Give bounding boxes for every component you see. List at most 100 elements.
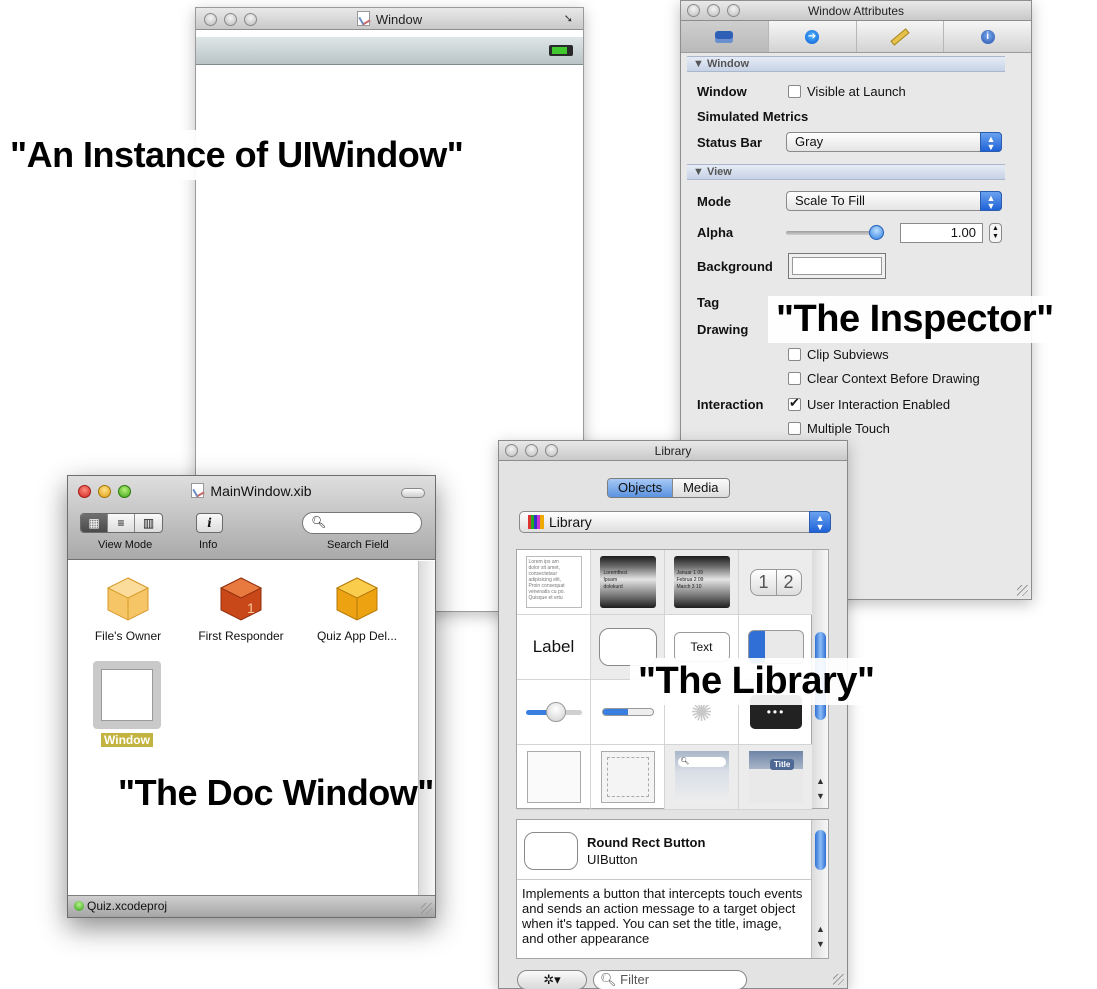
library-caption: "The Library" <box>630 658 883 705</box>
inspector-titlebar[interactable]: Window Attributes <box>681 1 1031 21</box>
scroll-arrows[interactable]: ▲ ▼ <box>812 922 829 956</box>
tab-media[interactable]: Media <box>673 479 729 497</box>
simulated-status-bar <box>196 37 583 65</box>
mode-popup[interactable]: Scale To Fill ▲ ▼ <box>786 191 1002 211</box>
library-tab-control[interactable]: Objects Media <box>607 478 730 498</box>
search-bar-item[interactable]: 🔍︎ <box>665 745 739 810</box>
background-label: Background <box>697 259 773 274</box>
label-item[interactable]: Label <box>517 615 591 680</box>
size-tab-icon <box>890 27 910 46</box>
resize-grip-icon[interactable] <box>833 974 844 985</box>
alpha-field[interactable]: 1.00 <box>900 223 983 243</box>
search-bar-preview: 🔍︎ <box>674 751 729 803</box>
checkbox[interactable] <box>788 85 801 98</box>
search-icon: 🔍︎ <box>600 972 617 987</box>
gear-menu-button[interactable]: ✲▾ <box>517 970 587 989</box>
column-view-icon[interactable]: ▥ <box>135 514 162 532</box>
search-input[interactable]: 🔍︎ <box>302 512 422 534</box>
clip-subviews-checkbox[interactable]: Clip Subviews <box>788 347 889 362</box>
picker-view-preview: Loremftest Ipsam dolokurd <box>599 556 656 608</box>
tab-identity[interactable]: i <box>944 21 1031 52</box>
background-color-well[interactable] <box>788 253 886 279</box>
detail-description: Implements a button that intercepts touc… <box>522 886 803 946</box>
tab-attributes[interactable] <box>681 21 769 52</box>
checkbox[interactable] <box>788 422 801 435</box>
multiple-touch-checkbox[interactable]: Multiple Touch <box>788 421 890 436</box>
scroll-thumb[interactable] <box>815 830 826 870</box>
info-caption: Info <box>199 539 218 551</box>
doc-objects-area: File's Owner 1 First Responder Quiz App … <box>68 561 418 895</box>
tab-objects[interactable]: Objects <box>608 479 674 497</box>
connections-tab-icon: ➔ <box>805 29 820 44</box>
mode-label: Mode <box>697 194 731 209</box>
document-icon <box>356 11 370 26</box>
window-label: Window <box>697 84 747 99</box>
doc-scrollbar[interactable] <box>418 561 435 895</box>
text-view-item[interactable]: Lorem ips am dolor sit amet, consectetaur a… <box>517 550 591 615</box>
round-rect-button-icon <box>524 832 578 870</box>
interaction-label: Interaction <box>697 397 764 412</box>
visible-at-launch-checkbox[interactable]: Visible at Launch <box>788 84 906 99</box>
library-title: Library <box>654 444 692 458</box>
color-swatch <box>792 257 882 275</box>
uiwindow-titlebar[interactable]: Window ➘ <box>196 8 583 30</box>
files-owner-object[interactable]: File's Owner <box>80 575 176 643</box>
detail-object-name: Round Rect Button <box>587 835 706 850</box>
list-view-icon[interactable]: ≡ <box>108 514 135 532</box>
window-object[interactable]: Window <box>90 661 164 747</box>
view-mode-caption: View Mode <box>98 539 153 551</box>
files-owner-cube-icon <box>104 575 152 623</box>
view-item[interactable] <box>517 745 591 810</box>
app-delegate-object[interactable]: Quiz App Del... <box>301 575 413 643</box>
alpha-stepper[interactable]: ▲ ▼ <box>989 223 1002 243</box>
scroll-arrows[interactable]: ▲ ▼ <box>812 774 829 808</box>
checkbox[interactable] <box>788 395 801 411</box>
library-category-popup[interactable]: Library ▲ ▼ <box>519 511 831 533</box>
status-bar-label: Status Bar <box>697 135 763 150</box>
attributes-tab-icon <box>715 30 734 43</box>
progress-view-preview <box>601 708 654 716</box>
scroll-view-item[interactable] <box>591 745 665 810</box>
segmented-control-item[interactable]: 12 <box>739 550 813 615</box>
view-preview <box>526 751 581 803</box>
view-section-header[interactable]: ▼ View <box>687 164 1005 180</box>
detail-object-class: UIButton <box>587 852 638 867</box>
docwindow-caption: "The Doc Window" <box>118 772 434 813</box>
text-view-preview: Lorem ips am dolor sit amet, consectetaur a… <box>525 556 582 608</box>
search-field-caption: Search Field <box>327 539 389 551</box>
filter-input[interactable]: 🔍︎ Filter <box>593 970 747 989</box>
checkbox[interactable] <box>788 372 801 385</box>
navigation-bar-item[interactable]: Title <box>739 745 813 810</box>
clear-context-checkbox[interactable]: Clear Context Before Drawing <box>788 371 980 386</box>
date-picker-item[interactable]: Januar 1 09 Februa 2 09 March 3 10 <box>665 550 739 615</box>
alpha-slider-knob[interactable] <box>869 225 884 240</box>
scroll-view-preview <box>600 751 655 803</box>
project-status-icon <box>74 901 84 911</box>
svg-text:1: 1 <box>247 600 255 616</box>
uiwindow-caption: "An Instance of UIWindow" <box>4 130 470 180</box>
zoom-arrow-icon[interactable]: ➘ <box>564 12 573 25</box>
icon-view-icon[interactable]: ▦ <box>81 514 108 532</box>
detail-scrollbar[interactable]: ▲ ▼ <box>811 820 828 958</box>
navigation-bar-preview: Title <box>749 751 803 803</box>
inspector-tabs: ➔ i <box>681 21 1031 53</box>
tab-size[interactable] <box>857 21 945 52</box>
resize-grip-icon[interactable] <box>1017 585 1028 596</box>
window-title: Window <box>196 11 583 27</box>
slider-item[interactable] <box>517 680 591 745</box>
alpha-label: Alpha <box>697 225 734 240</box>
library-titlebar[interactable]: Library <box>499 441 847 461</box>
resize-grip-icon[interactable] <box>421 903 432 914</box>
info-button[interactable]: i <box>196 513 223 533</box>
view-mode-control[interactable]: ▦ ≡ ▥ <box>80 513 163 533</box>
status-bar-popup[interactable]: Gray ▲ ▼ <box>786 132 1002 152</box>
picker-view-item[interactable]: Loremftest Ipsam dolokurd <box>591 550 665 615</box>
popup-arrows-icon: ▲ ▼ <box>809 511 831 533</box>
segmented-control-preview: 12 <box>750 568 802 596</box>
user-interaction-checkbox[interactable]: User Interaction Enabled <box>788 395 950 412</box>
window-section-header[interactable]: ▼ Window <box>687 56 1005 72</box>
tab-connections[interactable]: ➔ <box>769 21 857 52</box>
toolbar-toggle-button[interactable] <box>401 488 425 498</box>
checkbox[interactable] <box>788 348 801 361</box>
first-responder-object[interactable]: 1 First Responder <box>186 575 296 643</box>
